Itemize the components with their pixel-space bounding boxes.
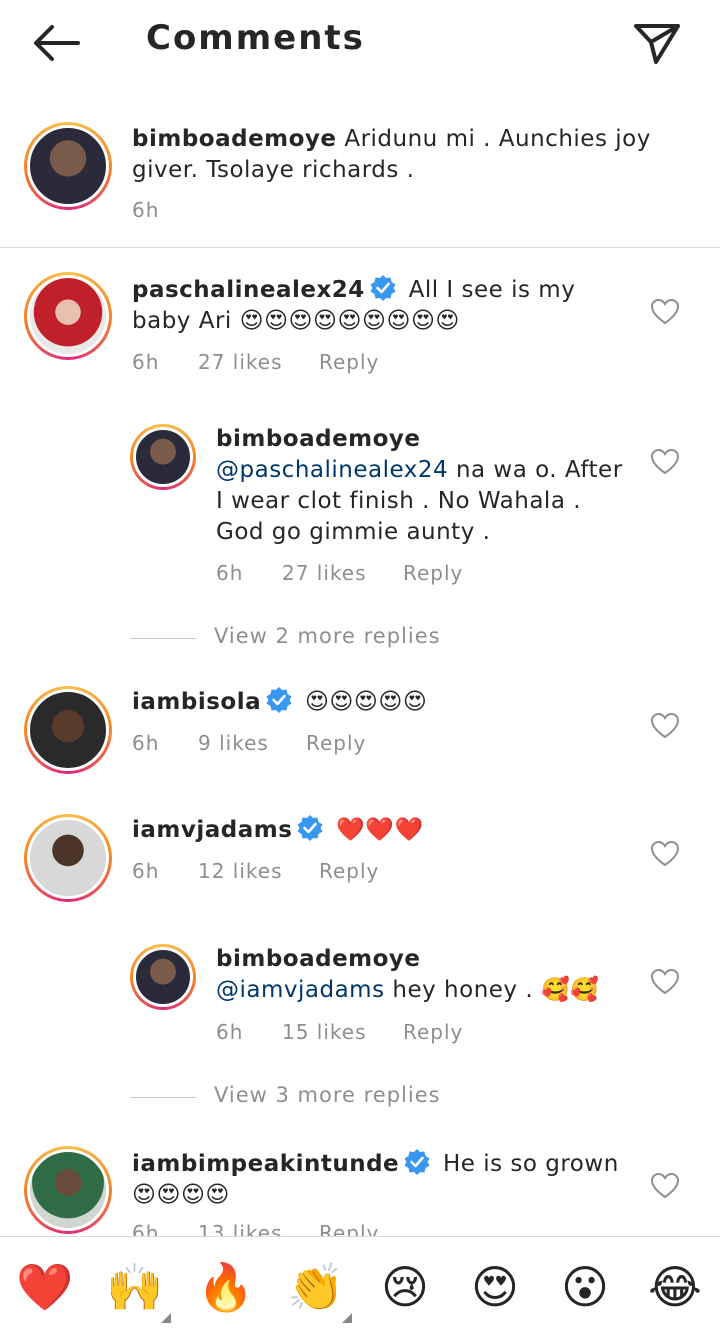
timestamp: 6h [132, 198, 160, 222]
avatar[interactable] [24, 272, 112, 360]
verified-badge-icon [370, 275, 396, 301]
emoji-raised-hands-button[interactable]: 🙌 [103, 1257, 171, 1323]
likes-count[interactable]: 13 likes [198, 1221, 283, 1236]
username[interactable]: bimboademoye [132, 126, 337, 152]
comment-text: iamvjadams ❤️❤️❤️ [132, 814, 632, 846]
emoji-clap-button[interactable]: 👏 [284, 1257, 352, 1323]
heart-icon [650, 1172, 680, 1199]
comment-text: iambisola 😍😍😍😍😍 [132, 686, 632, 718]
emoji-reaction-bar: ❤️ 🙌 🔥 👏 😢 😍 😮 😂 [0, 1236, 720, 1332]
reply-button[interactable]: Reply [319, 350, 379, 374]
reply-text: bimboademoye @paschalinealex24 na wa o. … [216, 424, 636, 548]
caption-text: bimboademoye Aridunu mi . Aunchies joy g… [132, 124, 672, 186]
like-button[interactable] [650, 712, 680, 740]
caption-meta: 6h [132, 198, 332, 224]
verified-badge-icon [297, 815, 323, 841]
view-more-label: View 3 more replies [214, 1083, 441, 1107]
avatar[interactable] [24, 814, 112, 902]
variant-indicator-icon [161, 1313, 171, 1323]
timestamp: 6h [132, 731, 160, 755]
like-button[interactable] [650, 1172, 680, 1200]
view-more-replies[interactable]: View 2 more replies [130, 624, 510, 652]
reply-button[interactable]: Reply [319, 1221, 379, 1236]
reply-button[interactable]: Reply [319, 859, 379, 883]
likes-count[interactable]: 15 likes [282, 1020, 367, 1044]
comment-text: paschalinealex24 All I see is my baby Ar… [132, 274, 632, 337]
comment-meta: 6h 13 likes Reply [132, 1221, 532, 1236]
comment-body: hey honey . 🥰🥰 [392, 977, 600, 1003]
verified-badge-icon [404, 1149, 430, 1175]
like-button[interactable] [650, 298, 680, 326]
view-more-label: View 2 more replies [214, 624, 441, 648]
heart-icon [650, 448, 680, 475]
emoji-label: 🙌 [106, 1260, 164, 1314]
likes-count[interactable]: 9 likes [198, 731, 269, 755]
emoji-surprised-button[interactable]: 😮 [553, 1257, 617, 1317]
emoji-fire-button[interactable]: 🔥 [194, 1257, 258, 1317]
back-button[interactable] [30, 22, 82, 64]
reply-button[interactable]: Reply [403, 1020, 463, 1044]
username[interactable]: iambimpeakintunde [132, 1151, 399, 1177]
emoji-label: 👏 [287, 1260, 345, 1314]
heart-icon [650, 840, 680, 867]
timestamp: 6h [216, 1020, 244, 1044]
username[interactable]: iamvjadams [132, 817, 292, 843]
avatar[interactable] [130, 944, 196, 1010]
mention-link[interactable]: @iamvjadams [216, 977, 385, 1003]
likes-count[interactable]: 27 likes [198, 350, 283, 374]
divider [130, 638, 196, 639]
avatar[interactable] [24, 686, 112, 774]
mention-link[interactable]: @paschalinealex24 [216, 457, 448, 483]
header: Comments [0, 0, 720, 86]
heart-icon [650, 968, 680, 995]
timestamp: 6h [216, 561, 244, 585]
reply-button[interactable]: Reply [403, 561, 463, 585]
comment-meta: 6h 27 likes Reply [216, 561, 616, 587]
likes-count[interactable]: 12 likes [198, 859, 283, 883]
like-button[interactable] [650, 448, 680, 476]
page-title: Comments [146, 18, 365, 58]
likes-count[interactable]: 27 likes [282, 561, 367, 585]
heart-icon [650, 298, 680, 325]
comment-text: iambimpeakintunde He is so grown 😍😍😍😍 [132, 1148, 632, 1211]
avatar[interactable] [24, 122, 112, 210]
share-button[interactable] [632, 20, 682, 66]
avatar[interactable] [24, 1146, 112, 1234]
username[interactable]: bimboademoye [216, 946, 421, 972]
divider [130, 1097, 196, 1098]
avatar[interactable] [130, 424, 196, 490]
view-more-replies[interactable]: View 3 more replies [130, 1083, 510, 1111]
comment-body: ❤️❤️❤️ [336, 817, 424, 843]
emoji-heart-eyes-button[interactable]: 😍 [463, 1257, 527, 1317]
username[interactable]: iambisola [132, 689, 261, 715]
variant-indicator-icon [342, 1313, 352, 1323]
comment-meta: 6h 12 likes Reply [132, 859, 532, 885]
timestamp: 6h [132, 350, 160, 374]
timestamp: 6h [132, 859, 160, 883]
comment-meta: 6h 15 likes Reply [216, 1020, 616, 1046]
comment-meta: 6h 9 likes Reply [132, 731, 532, 757]
reply-text: bimboademoye @iamvjadams hey honey . 🥰🥰 [216, 944, 636, 1006]
timestamp: 6h [132, 1221, 160, 1236]
emoji-crying-button[interactable]: 😢 [373, 1257, 437, 1317]
back-arrow-icon [34, 25, 80, 61]
comment-meta: 6h 27 likes Reply [132, 350, 532, 376]
emoji-laughing-button[interactable]: 😂 [643, 1257, 707, 1317]
reply-button[interactable]: Reply [306, 731, 366, 755]
username[interactable]: paschalinealex24 [132, 277, 365, 303]
username[interactable]: bimboademoye [216, 426, 421, 452]
paper-plane-icon [634, 24, 680, 64]
heart-icon [650, 712, 680, 739]
divider [0, 247, 720, 248]
like-button[interactable] [650, 840, 680, 868]
comment-body: 😍😍😍😍😍 [304, 689, 428, 715]
like-button[interactable] [650, 968, 680, 996]
verified-badge-icon [266, 687, 292, 713]
emoji-heart-button[interactable]: ❤️ [13, 1257, 77, 1317]
